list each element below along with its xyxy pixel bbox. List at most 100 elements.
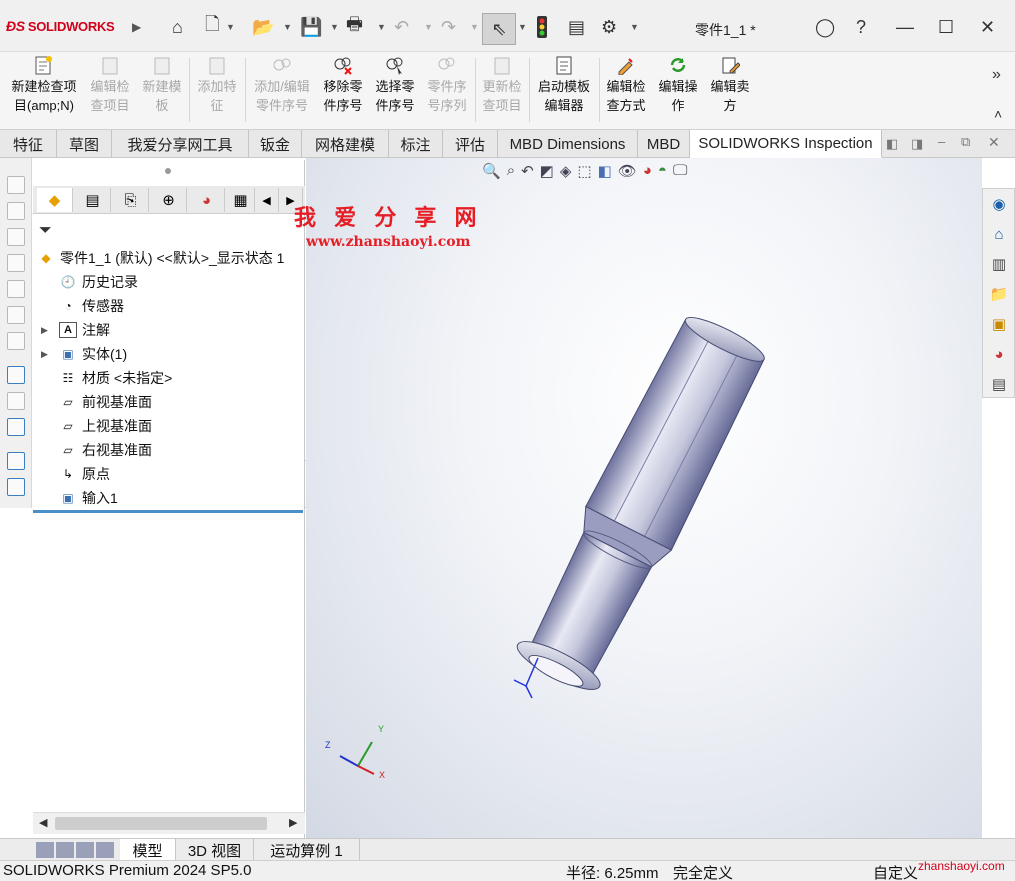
minimize-icon[interactable]: — bbox=[896, 14, 914, 40]
new-document-icon[interactable]: 🗋 bbox=[205, 14, 219, 40]
tab-motion-study[interactable]: 运动算例 1 bbox=[254, 839, 360, 861]
file-explorer-icon[interactable]: 📁 bbox=[988, 283, 1010, 305]
user-account-icon[interactable]: ◯ bbox=[815, 14, 835, 40]
tab-share-tools[interactable]: 我爱分享网工具 bbox=[112, 130, 249, 158]
tool-1-icon[interactable] bbox=[7, 176, 25, 194]
tree-item-history[interactable]: 🕘 历史记录 bbox=[59, 271, 138, 293]
feature-tree-tab-icon[interactable]: ◆ bbox=[37, 188, 73, 212]
add-edit-balloon-button[interactable]: 添加/编辑 零件序号 bbox=[248, 54, 316, 115]
tab-features[interactable]: 特征 bbox=[0, 130, 57, 158]
tool-edit-icon[interactable] bbox=[7, 392, 25, 410]
tree-item-import1[interactable]: ▣ 输入1 bbox=[59, 487, 117, 509]
undo-dropdown-icon[interactable]: ▼ bbox=[424, 22, 433, 32]
edit-appearance-icon[interactable]: ◕ bbox=[643, 162, 652, 180]
section-view-icon[interactable]: ◩ bbox=[540, 162, 554, 180]
configuration-tab-icon[interactable]: ⎘ bbox=[113, 188, 149, 212]
apply-scene-icon[interactable]: ◓ bbox=[658, 162, 667, 180]
tab-evaluate[interactable]: 评估 bbox=[443, 130, 498, 158]
view-settings-icon[interactable]: 🖵 bbox=[673, 162, 687, 180]
redo-icon[interactable]: ↷ bbox=[441, 14, 456, 40]
redo-dropdown-icon[interactable]: ▼ bbox=[470, 22, 479, 32]
tool-5-icon[interactable] bbox=[7, 280, 25, 298]
scroll-right-icon[interactable]: ▶ bbox=[289, 816, 297, 829]
first-tab-icon[interactable] bbox=[36, 842, 54, 858]
graphics-viewport[interactable]: Y Z X 🔍 ⌕ ↶ ◩ ◈ ⬚ ◧ 👁 ◕ ◓ 🖵 bbox=[306, 158, 982, 838]
horizontal-scrollbar[interactable]: ◀ ▶ bbox=[33, 812, 305, 834]
tab-sheet-metal[interactable]: 钣金 bbox=[249, 130, 302, 158]
tab-mbd[interactable]: MBD bbox=[638, 130, 690, 158]
doc-close-icon[interactable]: ✕ bbox=[988, 134, 1000, 151]
expand-annotations-icon[interactable]: ▶ bbox=[41, 325, 48, 336]
tab-solidworks-inspection[interactable]: SOLIDWORKS Inspection bbox=[690, 130, 882, 158]
tool-copy-icon[interactable] bbox=[7, 452, 25, 470]
tab-mesh-modeling[interactable]: 网格建模 bbox=[302, 130, 389, 158]
tree-item-solid-bodies[interactable]: ▣ 实体(1) bbox=[59, 343, 127, 365]
previous-view-icon[interactable]: ↶ bbox=[521, 162, 534, 180]
next-tab-icon[interactable] bbox=[76, 842, 94, 858]
tool-select-icon[interactable] bbox=[7, 366, 25, 384]
select-dropdown-icon[interactable]: ▼ bbox=[518, 22, 527, 32]
panel-grip-icon[interactable] bbox=[165, 168, 171, 174]
home-resources-icon[interactable]: ⌂ bbox=[988, 223, 1010, 245]
dimxpert-tab-icon[interactable]: ⊕ bbox=[151, 188, 187, 212]
more-commands-icon[interactable]: » bbox=[992, 66, 1001, 84]
update-inspection-button[interactable]: 更新检 查项目 bbox=[478, 54, 526, 115]
file-properties-icon[interactable]: ▤ bbox=[568, 14, 585, 40]
tree-item-annotations[interactable]: A 注解 bbox=[59, 319, 110, 341]
tab-annotation[interactable]: 标注 bbox=[389, 130, 443, 158]
select-cursor-icon[interactable]: ⇖ bbox=[482, 13, 516, 45]
tabs-scroll-left-icon[interactable]: ◀ bbox=[255, 188, 279, 212]
filter-icon[interactable]: ⏷ bbox=[39, 222, 52, 240]
select-balloon-button[interactable]: 选择零 件序号 bbox=[370, 54, 420, 115]
doc-restore-icon[interactable]: ⧉ bbox=[961, 134, 970, 150]
tree-root[interactable]: ◆ 零件1_1 (默认) <<默认>_显示状态 1 bbox=[37, 247, 284, 269]
display-style-icon[interactable]: ◧ bbox=[598, 162, 612, 180]
pane-left-icon[interactable]: ◧ bbox=[886, 136, 898, 152]
zoom-to-fit-icon[interactable]: 🔍 bbox=[482, 162, 501, 180]
tool-paste-icon[interactable] bbox=[7, 478, 25, 496]
hide-show-icon[interactable]: 👁 bbox=[618, 162, 637, 180]
help-icon[interactable]: ? bbox=[856, 14, 866, 40]
tool-display-icon[interactable] bbox=[7, 418, 25, 436]
edit-inspection-method-button[interactable]: 编辑检 查方式 bbox=[602, 54, 650, 115]
pane-right-icon[interactable]: ◨ bbox=[911, 136, 923, 152]
last-tab-icon[interactable] bbox=[96, 842, 114, 858]
open-dropdown-icon[interactable]: ▼ bbox=[283, 22, 292, 32]
tree-item-material[interactable]: ☷ 材质 <未指定> bbox=[59, 367, 173, 389]
dynamic-annotation-icon[interactable]: ◈ bbox=[560, 162, 572, 180]
tool-4-icon[interactable] bbox=[7, 254, 25, 272]
tree-item-origin[interactable]: ↳ 原点 bbox=[59, 463, 110, 485]
design-library-icon[interactable]: ▥ bbox=[988, 253, 1010, 275]
units-selector[interactable]: 自定义 bbox=[873, 862, 918, 881]
new-dropdown-icon[interactable]: ▼ bbox=[226, 22, 235, 32]
collapse-ribbon-icon[interactable]: ˄ bbox=[994, 106, 1002, 122]
extra-tab-icon[interactable]: ▦ bbox=[227, 188, 255, 212]
options-gear-icon[interactable]: ⚙ bbox=[601, 14, 617, 40]
launch-template-editor-button[interactable]: 启动模板 编辑器 bbox=[532, 54, 596, 115]
new-template-button[interactable]: 新建模 板 bbox=[138, 54, 186, 115]
solidworks-logo[interactable]: ƉS SOLIDWORKS bbox=[6, 18, 115, 34]
rollback-bar[interactable] bbox=[33, 510, 303, 513]
save-dropdown-icon[interactable]: ▼ bbox=[330, 22, 339, 32]
edit-operation-button[interactable]: 编辑操 作 bbox=[654, 54, 702, 115]
display-manager-tab-icon[interactable]: ◕ bbox=[189, 188, 225, 212]
print-icon[interactable]: 🖶 bbox=[346, 14, 363, 40]
solidworks-resources-icon[interactable]: ◉ bbox=[988, 193, 1010, 215]
tree-item-sensors[interactable]: ◔ 传感器 bbox=[59, 295, 124, 317]
view-orientation-icon[interactable]: ⬚ bbox=[577, 162, 591, 180]
edit-vendor-button[interactable]: 编辑卖 方 bbox=[706, 54, 754, 115]
options-dropdown-icon[interactable]: ▼ bbox=[630, 22, 639, 32]
part-model[interactable]: Y Z X bbox=[306, 158, 982, 838]
tree-item-front-plane[interactable]: ▱ 前视基准面 bbox=[59, 391, 152, 413]
new-inspection-project-button[interactable]: 新建检查项 目(amp;N) bbox=[6, 54, 82, 115]
balloon-sequence-button[interactable]: 零件序 号序列 bbox=[422, 54, 472, 115]
tab-mbd-dimensions[interactable]: MBD Dimensions bbox=[498, 130, 638, 158]
tool-3-icon[interactable] bbox=[7, 228, 25, 246]
add-feature-button[interactable]: 添加特 征 bbox=[192, 54, 242, 115]
tree-item-right-plane[interactable]: ▱ 右视基准面 bbox=[59, 439, 152, 461]
tree-item-top-plane[interactable]: ▱ 上视基准面 bbox=[59, 415, 152, 437]
tool-2-icon[interactable] bbox=[7, 202, 25, 220]
maximize-icon[interactable]: ☐ bbox=[938, 14, 954, 40]
custom-properties-icon[interactable]: ▤ bbox=[988, 373, 1010, 395]
zoom-to-area-icon[interactable]: ⌕ bbox=[507, 162, 515, 180]
